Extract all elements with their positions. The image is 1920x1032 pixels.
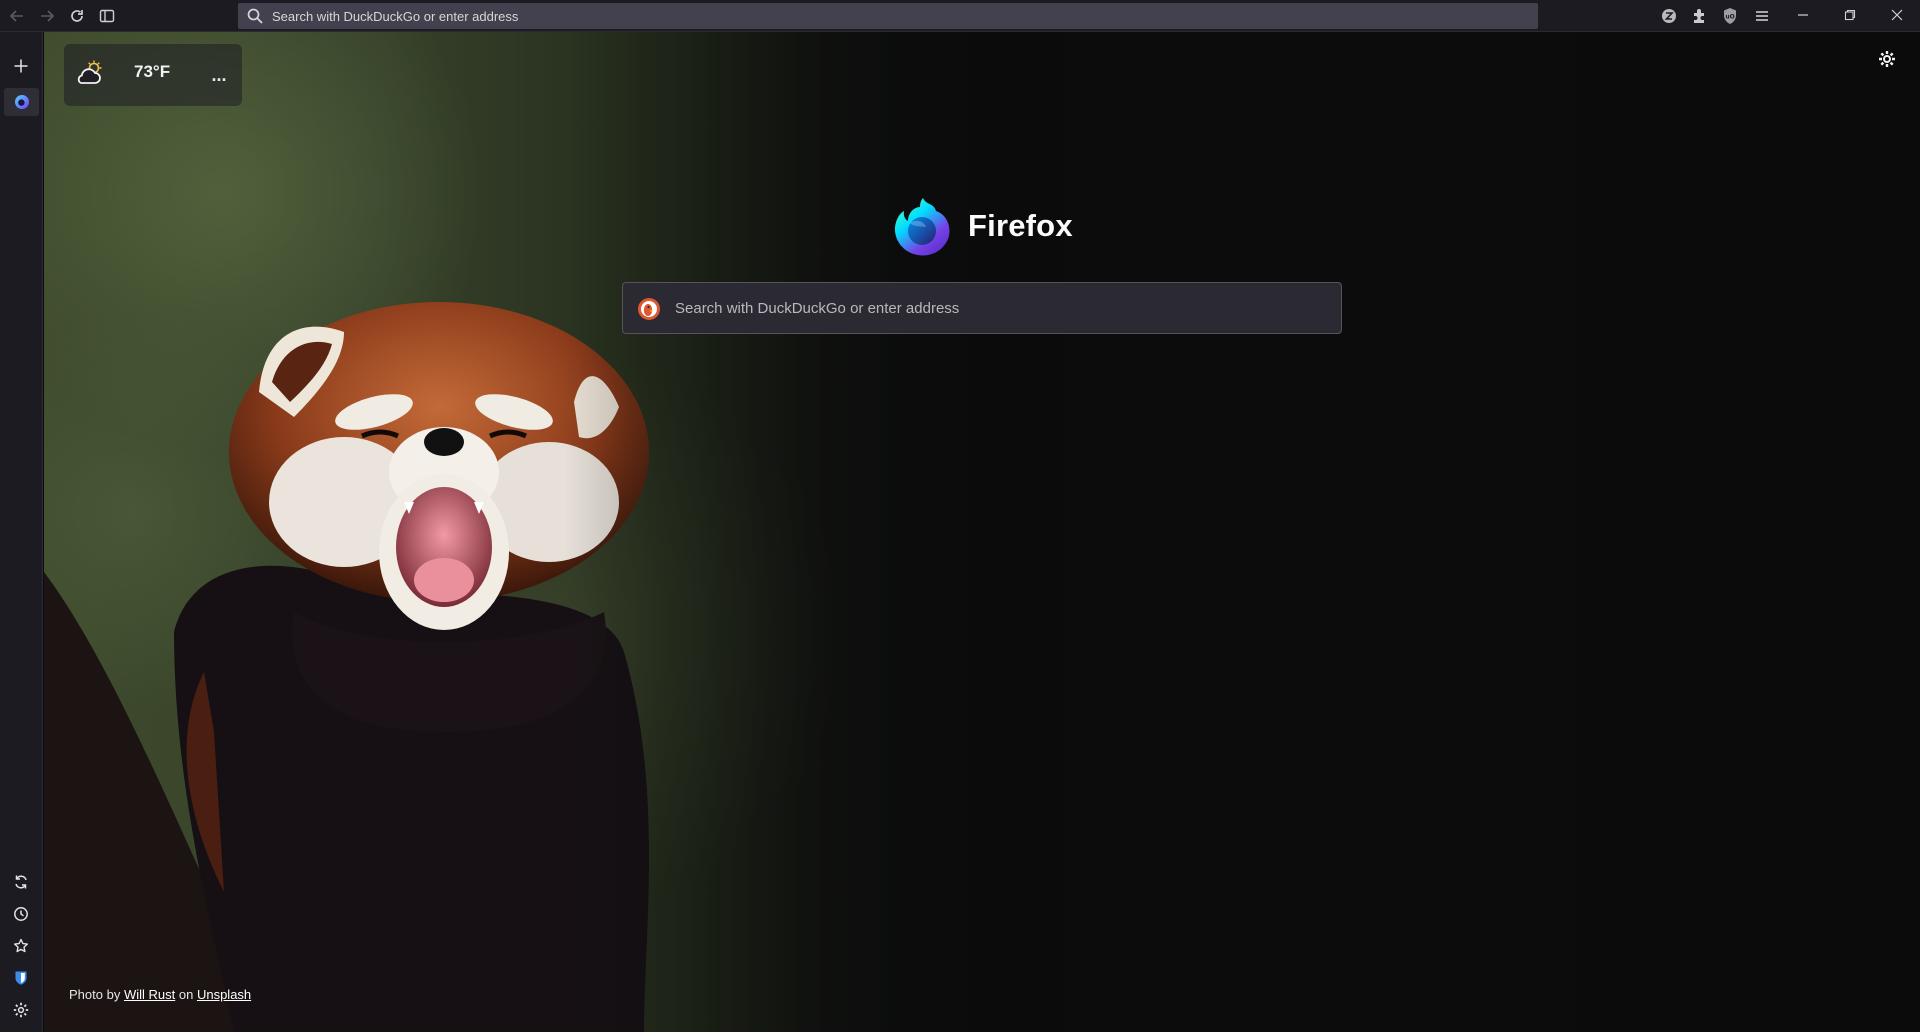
restore-icon <box>1844 9 1856 21</box>
arrow-left-icon <box>9 10 23 22</box>
url-bar-placeholder: Search with DuckDuckGo or enter address <box>272 8 519 24</box>
extensions-button[interactable] <box>1690 6 1710 26</box>
plus-icon <box>14 59 28 73</box>
url-bar[interactable]: Search with DuckDuckGo or enter address <box>238 3 1538 29</box>
ublock-shield-icon: uO <box>1724 8 1736 24</box>
duckduckgo-icon <box>638 298 660 320</box>
vertical-sidebar <box>0 32 43 1032</box>
bookmarks-star-icon <box>14 938 28 953</box>
new-tab-button[interactable] <box>7 52 35 80</box>
reload-icon <box>71 10 83 22</box>
history-icon <box>14 907 28 921</box>
app-menu-button[interactable] <box>1752 6 1772 26</box>
svg-text:uO: uO <box>1725 14 1734 21</box>
close-icon <box>1891 9 1903 21</box>
newtab-search-placeholder: Search with DuckDuckGo or enter address <box>675 299 960 317</box>
weather-temperature: 73°F <box>134 62 171 81</box>
weather-more-button[interactable]: ... <box>204 60 234 90</box>
weather-widget[interactable]: 73°F ... <box>64 44 242 106</box>
menu-icon <box>1756 11 1768 21</box>
sync-icon <box>15 875 27 889</box>
sidebar-settings-button[interactable] <box>7 996 35 1024</box>
photo-credit: Photo by Will Rust on Unsplash <box>69 987 251 1002</box>
sidebar-toggle-button[interactable] <box>94 3 120 29</box>
forward-button[interactable] <box>34 3 60 29</box>
sync-button[interactable] <box>7 868 35 896</box>
new-tab-page: 73°F ... Firefox Search with DuckDuckGo … <box>44 32 1920 1032</box>
puzzle-icon <box>1694 9 1704 23</box>
minimize-button[interactable] <box>1780 0 1826 30</box>
minimize-icon <box>1798 14 1808 16</box>
history-button[interactable] <box>7 900 35 928</box>
browser-toolbar: Search with DuckDuckGo or enter address … <box>0 0 1920 32</box>
newtab-search-input[interactable]: Search with DuckDuckGo or enter address <box>622 282 1342 334</box>
search-icon <box>247 8 263 24</box>
wallpaper-fade <box>564 32 1064 1032</box>
zotero-icon <box>1662 9 1676 23</box>
tab-new-tab[interactable] <box>4 88 39 116</box>
zotero-extension-button[interactable] <box>1659 6 1679 26</box>
partly-cloudy-icon <box>77 60 102 84</box>
firefox-logo-icon <box>894 198 950 256</box>
newtab-settings-button[interactable] <box>1874 46 1900 72</box>
credit-prefix: Photo by <box>69 987 121 1002</box>
credit-source-link[interactable]: Unsplash <box>197 987 251 1002</box>
close-button[interactable] <box>1874 0 1920 30</box>
back-button[interactable] <box>4 3 30 29</box>
reload-button[interactable] <box>64 3 90 29</box>
firefox-tab-icon <box>14 95 29 109</box>
restore-button[interactable] <box>1827 0 1873 30</box>
firefox-wordmark: Firefox <box>968 208 1073 243</box>
credit-middle: on <box>178 987 194 1002</box>
bitwarden-icon <box>15 971 27 985</box>
settings-gear-icon <box>13 1002 29 1018</box>
ublock-extension-button[interactable]: uO <box>1720 6 1740 26</box>
firefox-brand: Firefox <box>890 191 1073 261</box>
gear-icon <box>1879 51 1895 67</box>
bitwarden-button[interactable] <box>7 964 35 992</box>
bookmarks-button[interactable] <box>7 932 35 960</box>
sidebar-icon <box>99 9 115 23</box>
credit-author-link[interactable]: Will Rust <box>124 987 175 1002</box>
arrow-right-icon <box>41 10 55 22</box>
